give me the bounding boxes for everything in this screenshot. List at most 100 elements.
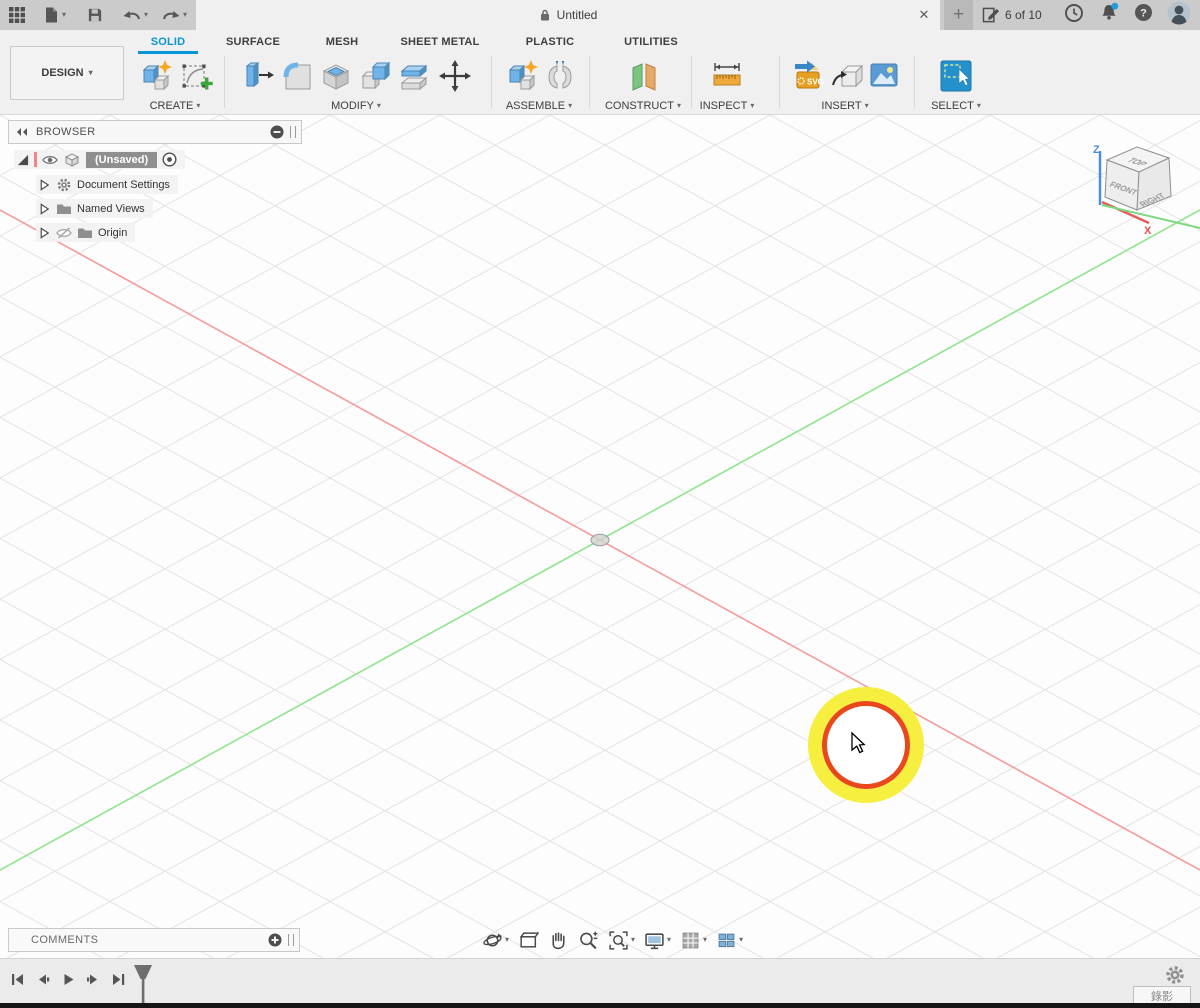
viewport-canvas[interactable]: TOP FRONT RIGHT Z X	[0, 115, 1200, 960]
svg-text:X: X	[1144, 225, 1152, 237]
group-construct: CONSTRUCT ▾	[601, 54, 685, 112]
timeline-play-button[interactable]	[60, 972, 76, 987]
file-menu-caret-icon: ▾	[62, 10, 67, 19]
timeline-step-back-button[interactable]	[35, 972, 51, 987]
doc-pager-label: 6 of 10	[1005, 8, 1042, 22]
timeline-step-forward-button[interactable]	[85, 972, 101, 987]
document-cube-icon	[64, 152, 80, 167]
folder-icon	[78, 228, 92, 238]
pan-button[interactable]	[548, 930, 569, 951]
fit-icon	[609, 930, 628, 950]
extensions-button[interactable]	[1064, 3, 1084, 28]
create-dropdown[interactable]: CREATE ▾	[134, 100, 216, 112]
tab-solid[interactable]: SOLID	[138, 36, 198, 50]
browser-item-origin[interactable]: Origin	[36, 223, 136, 242]
construct-plane-icon[interactable]	[626, 59, 660, 93]
collapsed-arrow-icon[interactable]	[38, 202, 51, 216]
redo-button[interactable]: ▾	[161, 8, 187, 22]
press-pull-icon[interactable]	[241, 59, 275, 93]
ribbon-toolbar: SOLID SURFACE MESH SHEET METAL PLASTIC U…	[0, 30, 1200, 115]
viewports-button[interactable]: ▾	[716, 930, 743, 951]
timeline-go-to-end-button[interactable]	[110, 972, 126, 987]
notifications-button[interactable]	[1098, 2, 1120, 28]
inspect-dropdown[interactable]: INSPECT ▾	[695, 100, 759, 112]
window-bottom-edge	[0, 1003, 1200, 1008]
insert-derive-icon[interactable]	[830, 58, 864, 94]
app-menu-button[interactable]	[8, 6, 26, 24]
grid-settings-button[interactable]: ▾	[680, 930, 707, 951]
tab-sheet-metal[interactable]: SHEET METAL	[400, 36, 480, 50]
undo-button[interactable]: ▾	[122, 8, 148, 22]
help-icon: ?	[1134, 4, 1152, 21]
file-icon	[46, 7, 57, 23]
add-comment-icon[interactable]	[268, 933, 282, 947]
origin-point[interactable]	[590, 533, 610, 547]
tab-mesh[interactable]: MESH	[322, 36, 362, 50]
canvas-icon[interactable]	[869, 62, 899, 90]
browser-collapse-icon[interactable]	[16, 126, 28, 138]
measure-icon[interactable]	[709, 59, 745, 93]
design-workspace-dropdown[interactable]: DESIGN ▾	[10, 46, 124, 100]
comments-panel-header[interactable]: COMMENTS	[8, 928, 300, 952]
collapsed-arrow-icon[interactable]	[38, 178, 51, 192]
assemble-new-component-icon[interactable]	[504, 58, 540, 94]
visibility-eye-icon[interactable]	[42, 154, 58, 166]
browser-root-row[interactable]: (Unsaved)	[14, 150, 186, 169]
browser-item-named-views[interactable]: Named Views	[36, 199, 153, 218]
account-avatar[interactable]	[1167, 1, 1191, 30]
browser-drag-grip[interactable]	[290, 126, 296, 138]
zoom-icon	[580, 931, 598, 949]
construct-dropdown[interactable]: CONSTRUCT ▾	[601, 100, 685, 112]
doc-pager[interactable]: 6 of 10	[982, 7, 1042, 24]
modify-dropdown[interactable]: MODIFY ▾	[232, 100, 480, 112]
fillet-icon[interactable]	[280, 59, 314, 93]
redo-icon	[163, 11, 180, 20]
browser-panel-header[interactable]: BROWSER	[8, 120, 302, 144]
group-create: CREATE ▾	[134, 54, 216, 112]
root-document-label[interactable]: (Unsaved)	[86, 151, 158, 168]
click-highlight	[808, 687, 924, 803]
orbit-button[interactable]: ▾	[482, 930, 509, 951]
tab-surface[interactable]: SURFACE	[225, 36, 281, 50]
new-component-icon[interactable]	[138, 58, 174, 94]
comments-panel-title: COMMENTS	[31, 934, 99, 946]
fit-button[interactable]: ▾	[608, 930, 635, 951]
select-dropdown[interactable]: SELECT ▾	[928, 100, 984, 112]
ribbon-separator	[589, 56, 590, 108]
comments-drag-grip[interactable]	[288, 934, 294, 946]
create-sketch-icon[interactable]	[179, 58, 213, 94]
new-tab-button[interactable]: +	[944, 0, 973, 30]
split-body-icon[interactable]	[397, 59, 433, 93]
timeline-go-to-start-button[interactable]	[10, 972, 26, 987]
collapsed-arrow-icon[interactable]	[38, 226, 51, 240]
move-copy-icon[interactable]	[438, 59, 472, 93]
assemble-dropdown[interactable]: ASSEMBLE ▾	[497, 100, 581, 112]
timeline-position-marker[interactable]	[131, 964, 157, 1006]
zoom-button[interactable]	[578, 930, 599, 951]
shell-icon[interactable]	[319, 59, 353, 93]
tab-plastic[interactable]: PLASTIC	[525, 36, 575, 50]
file-menu-button[interactable]: ▾	[43, 6, 66, 24]
item-label: Named Views	[77, 202, 145, 215]
save-button[interactable]	[87, 7, 103, 23]
titlebar: ▾ ▾ ▾ Untitled ✕ + 6 of 10 ?	[0, 0, 1200, 30]
combine-icon[interactable]	[358, 59, 392, 93]
activate-component-radio[interactable]	[162, 152, 177, 167]
expanded-arrow-icon[interactable]	[16, 153, 29, 166]
timeline-settings-gear-icon[interactable]	[1164, 964, 1186, 986]
look-at-button[interactable]	[518, 930, 540, 951]
close-tab-button[interactable]: ✕	[916, 7, 932, 23]
recording-tooltip-label: 錄影	[1151, 991, 1173, 1003]
insert-dropdown[interactable]: INSERT ▾	[784, 100, 906, 112]
display-settings-button[interactable]: ▾	[644, 930, 671, 951]
svg-text:?: ?	[1140, 8, 1147, 20]
joint-icon[interactable]	[545, 58, 575, 94]
tab-utilities[interactable]: UTILITIES	[618, 36, 684, 50]
help-button[interactable]: ?	[1134, 3, 1153, 27]
insert-svg-icon[interactable]: SVG	[791, 58, 825, 94]
select-icon[interactable]	[936, 56, 976, 96]
browser-hide-icon[interactable]	[270, 125, 284, 139]
visibility-off-eye-icon[interactable]	[56, 226, 72, 239]
browser-item-document-settings[interactable]: Document Settings	[36, 175, 178, 194]
document-tab[interactable]: Untitled ✕	[196, 0, 940, 30]
